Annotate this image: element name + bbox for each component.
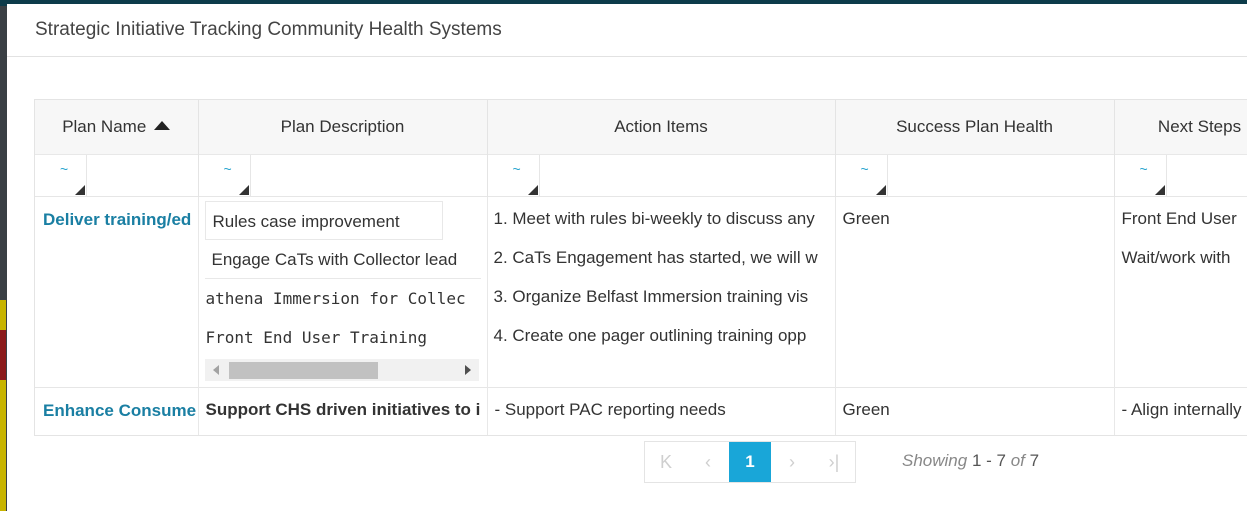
dropdown-corner-icon [875, 184, 886, 195]
modal-header: Strategic Initiative Tracking Community … [7, 4, 1247, 57]
filter-input[interactable] [1166, 154, 1247, 196]
filter-tilde-icon: ~ [223, 160, 232, 177]
action-item: 3. Organize Belfast Immersion training v… [493, 286, 809, 306]
filter-tilde-icon: ~ [860, 160, 869, 177]
filter-cell: ~ [1114, 153, 1247, 196]
cell-success-plan-health: Green [835, 386, 1115, 435]
dropdown-corner-icon [1154, 184, 1165, 195]
cell-next-steps: Front End User Wait/work with [1114, 195, 1247, 387]
description-item: Front End User Training [205, 327, 428, 347]
modal-dialog: Strategic Initiative Tracking Community … [7, 4, 1247, 511]
showing-range: 1 - 7 [971, 451, 1006, 470]
column-header-success-plan-health[interactable]: Success Plan Health [835, 100, 1115, 154]
filter-input[interactable] [250, 154, 487, 196]
filter-menu-button[interactable]: ~ [487, 154, 540, 196]
cell-success-plan-health: Green [835, 195, 1115, 387]
filter-tilde-icon: ~ [512, 160, 521, 177]
filter-tilde-icon: ~ [60, 160, 69, 177]
dropdown-corner-icon [527, 184, 538, 195]
filter-cell: ~ [487, 153, 836, 196]
health-status: Green [842, 399, 890, 419]
next-step-text: - Align internally [1121, 399, 1242, 419]
health-status: Green [842, 208, 890, 228]
column-header-action-items[interactable]: Action Items [487, 100, 836, 154]
column-header-plan-description[interactable]: Plan Description [198, 100, 488, 154]
next-step-item: Front End User [1121, 208, 1237, 228]
column-header-next-steps[interactable]: Next Steps [1114, 100, 1247, 154]
description-text: Support CHS driven initiatives to i [205, 399, 481, 419]
page-button-current[interactable]: 1 [729, 442, 771, 482]
cell-next-steps: - Align internally [1114, 386, 1247, 435]
dropdown-corner-icon [75, 184, 85, 195]
plan-name-link[interactable]: Enhance Consume [35, 388, 197, 421]
scroll-right-icon[interactable] [464, 364, 471, 375]
plan-name-link[interactable]: Deliver training/ed [35, 197, 197, 230]
description-item: Rules case improvement [204, 200, 443, 240]
action-item: 2. CaTs Engagement has started, we will … [493, 247, 818, 267]
table-row: Enhance Consume Support CHS driven initi… [35, 386, 1247, 435]
next-page-icon[interactable]: › [771, 442, 813, 482]
action-item: 1. Meet with rules bi-weekly to discuss … [493, 208, 815, 228]
background-panel-accent [0, 330, 6, 380]
cell-plan-description: Support CHS driven initiatives to i [198, 386, 488, 435]
last-page-icon[interactable]: ›| [813, 442, 855, 482]
description-list: Rules case improvement Engage CaTs with … [199, 197, 487, 387]
sort-ascending-icon [154, 120, 171, 130]
filter-cell: ~ [35, 153, 199, 196]
filter-input[interactable] [887, 154, 1114, 196]
prev-page-icon[interactable]: ‹ [687, 442, 729, 482]
scroll-left-icon[interactable] [212, 364, 219, 375]
showing-total: 7 [1029, 451, 1040, 470]
horizontal-scrollbar[interactable] [204, 358, 479, 381]
filter-input[interactable] [87, 154, 198, 196]
action-item: 4. Create one pager outlining training o… [493, 325, 807, 345]
next-step-item: Wait/work with [1121, 247, 1231, 267]
pagination: K ‹ 1 › ›| [644, 441, 856, 483]
cell-plan-name: Deliver training/ed [35, 195, 199, 387]
cell-action-items: 1. Meet with rules bi-weekly to discuss … [487, 195, 836, 387]
filter-menu-button[interactable]: ~ [198, 154, 251, 196]
filter-input[interactable] [539, 154, 835, 196]
cell-plan-name: Enhance Consume [35, 386, 199, 435]
cell-plan-description: Rules case improvement Engage CaTs with … [198, 195, 488, 387]
cell-action-items: - Support PAC reporting needs [487, 386, 836, 435]
filter-menu-button[interactable]: ~ [1114, 154, 1167, 196]
filter-menu-button[interactable]: ~ [35, 154, 87, 196]
filter-menu-button[interactable]: ~ [835, 154, 888, 196]
description-item: Engage CaTs with Collector lead [204, 240, 481, 279]
action-text: - Support PAC reporting needs [494, 399, 726, 419]
filter-cell: ~ [835, 153, 1115, 196]
description-item: athena Immersion for Collec [205, 288, 466, 308]
column-header-plan-name[interactable]: Plan Name [35, 100, 199, 154]
filter-cell: ~ [198, 153, 488, 196]
first-page-icon[interactable]: K [645, 442, 687, 482]
pagination-summary: Showing 1 - 7 of 7 [902, 451, 1039, 471]
of-label: of [1010, 451, 1025, 470]
dropdown-corner-icon [238, 184, 249, 195]
filter-tilde-icon: ~ [1139, 160, 1148, 177]
modal-title: Strategic Initiative Tracking Community … [35, 19, 502, 40]
scrollbar-thumb[interactable] [228, 361, 378, 379]
table-row: Deliver training/ed Rules case improveme… [35, 195, 1247, 387]
data-grid: Plan Name Plan Description Action Items … [34, 99, 1247, 436]
showing-label: Showing [902, 451, 968, 470]
